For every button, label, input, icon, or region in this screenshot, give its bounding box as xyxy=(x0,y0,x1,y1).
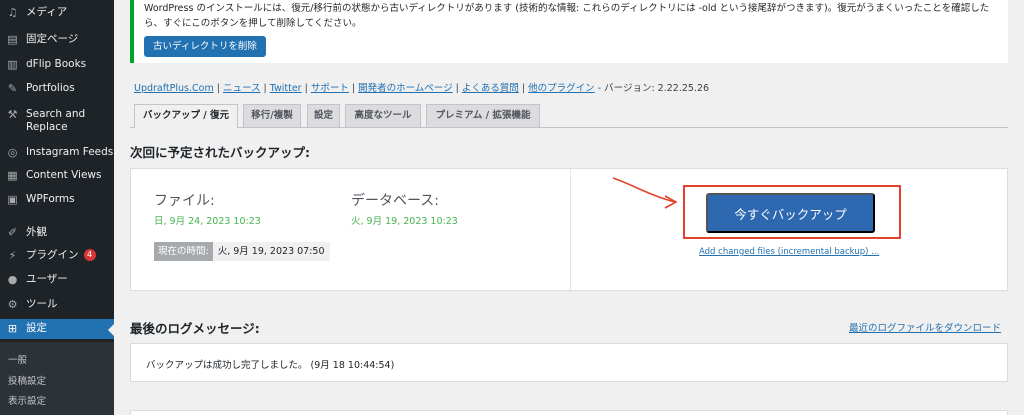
download-log-link[interactable]: 最近のログファイルをダウンロード xyxy=(849,320,1001,334)
sidebar-item-label: 外観 xyxy=(26,226,114,239)
sidebar-item-label: プラグイン 4 xyxy=(26,249,114,262)
sidebar-item-text: Search and Replace xyxy=(26,108,86,133)
last-log-box: バックアップは成功し完了しました。 (9月 18 10:44:54) xyxy=(130,343,1008,382)
old-directories-notice: WordPress のインストールには、復元/移行前の状態から古いディレクトリが… xyxy=(130,0,1008,63)
sidebar-item-label: ユーザー xyxy=(26,273,114,286)
admin-sidebar: ♫ メディア ▤ 固定ページ ▥ dFlip Books ✎ Portfolios ⚒ Searc… xyxy=(0,0,114,415)
sidebar-item-text: WPForms xyxy=(26,193,75,205)
sidebar-item-text: ユーザー xyxy=(26,273,68,285)
sidebar-item-text: dFlip Books xyxy=(26,58,87,70)
files-next-date: 日, 9月 24, 2023 10:23 xyxy=(154,216,261,227)
sidebar-item-7[interactable]: ▣ WPForms xyxy=(0,193,114,207)
notice-text: WordPress のインストールには、復元/移行前の状態から古いディレクトリが… xyxy=(144,3,990,29)
sidebar-item-label: Search and Replace xyxy=(26,108,114,134)
last-log-heading: 最後のログメッセージ: xyxy=(130,321,260,336)
link-news[interactable]: ニュース xyxy=(223,83,261,94)
wrench-icon: ⚒ xyxy=(7,108,18,121)
tab-backup-restore[interactable]: バックアップ / 復元 xyxy=(134,104,238,129)
sidebar-item-10[interactable]: ● ユーザー xyxy=(0,273,114,287)
files-label: ファイル: xyxy=(154,193,215,209)
next-section-box xyxy=(130,410,1008,415)
sidebar-item-label: WPForms xyxy=(26,193,114,206)
sidebar-item-1[interactable]: ▤ 固定ページ xyxy=(0,33,114,47)
grid-icon: ▦ xyxy=(7,169,18,182)
link-twitter[interactable]: Twitter xyxy=(270,83,302,94)
plugin-icon: ⚡ xyxy=(8,249,17,262)
sidebar-item-6[interactable]: ▦ Content Views xyxy=(0,169,114,183)
tab-migrate-clone[interactable]: 移行/複製 xyxy=(243,104,301,128)
sidebar-item-text: メディア xyxy=(26,6,68,18)
sidebar-item-label: Content Views xyxy=(26,169,114,182)
current-time-label: 現在の時間: xyxy=(154,242,213,261)
version-text: - バージョン: 2.22.25.26 xyxy=(597,83,710,94)
tab-advanced-tools[interactable]: 高度なツール xyxy=(345,104,421,128)
sidebar-item-label: メディア xyxy=(26,6,114,19)
sidebar-item-text: 外観 xyxy=(26,226,47,238)
current-time-value: 火, 9月 19, 2023 07:50 xyxy=(212,242,330,261)
settings-icon: ⊞ xyxy=(7,322,18,335)
sidebar-item-text: Content Views xyxy=(26,169,102,181)
forms-icon: ▣ xyxy=(7,193,18,206)
sidebar-item-text: 固定ページ xyxy=(26,33,79,45)
settings-submenu: 一般 投稿設定 表示設定 xyxy=(0,342,114,415)
sidebar-item-2[interactable]: ▥ dFlip Books xyxy=(0,58,114,72)
scheduled-backups-heading: 次回に予定されたバックアップ: xyxy=(130,145,310,160)
update-count-badge: 4 xyxy=(83,249,96,261)
sidebar-item-text: プラグイン xyxy=(26,249,79,261)
tools-icon: ⚙ xyxy=(7,298,18,311)
sidebar-item-label: Instagram Feeds xyxy=(26,146,114,159)
sidebar-item-4[interactable]: ⚒ Search and Replace xyxy=(0,108,114,136)
backup-now-button[interactable]: 今すぐバックアップ xyxy=(706,193,875,233)
sidebar-item-0[interactable]: ♫ メディア xyxy=(0,6,114,20)
submenu-general[interactable]: 一般 xyxy=(0,352,27,366)
sidebar-item-11[interactable]: ⚙ ツール xyxy=(0,298,114,312)
sidebar-item-text: 設定 xyxy=(26,322,47,334)
link-support[interactable]: サポート xyxy=(311,83,349,94)
sidebar-item-label: dFlip Books xyxy=(26,58,114,71)
book-icon: ▥ xyxy=(7,58,18,71)
column-divider xyxy=(570,169,571,290)
scheduled-backups-box: ファイル: 日, 9月 24, 2023 10:23 データベース: 火, 9月… xyxy=(130,168,1008,291)
delete-old-directories-button[interactable]: 古いディレクトリを削除 xyxy=(144,36,266,57)
user-icon: ● xyxy=(7,273,18,286)
current-time: 現在の時間: 火, 9月 19, 2023 07:50 xyxy=(154,242,330,261)
red-arrow-annotation xyxy=(612,177,678,209)
sidebar-item-label: Portfolios xyxy=(26,82,114,95)
database-label: データベース: xyxy=(351,193,440,209)
submenu-reading[interactable]: 表示設定 xyxy=(0,393,46,407)
link-developer-home[interactable]: 開発者のホームページ xyxy=(358,83,453,94)
sidebar-item-5[interactable]: ◎ Instagram Feeds xyxy=(0,146,114,160)
last-log-message: バックアップは成功し完了しました。 (9月 18 10:44:54) xyxy=(146,360,395,371)
sidebar-item-text: Portfolios xyxy=(26,82,75,94)
sidebar-item-text: ツール xyxy=(26,298,58,310)
plugin-links-line: UpdraftPlus.Com | ニュース | Twitter | サポート … xyxy=(134,83,710,94)
sidebar-item-label: 固定ページ xyxy=(26,33,114,46)
sidebar-item-9[interactable]: ⚡ プラグイン 4 xyxy=(0,249,114,263)
submenu-writing[interactable]: 投稿設定 xyxy=(0,373,46,387)
link-updraftplus[interactable]: UpdraftPlus.Com xyxy=(134,83,214,94)
media-icon: ♫ xyxy=(7,6,18,19)
link-faq[interactable]: よくある質問 xyxy=(462,83,519,94)
tab-premium-extensions[interactable]: プレミアム / 拡張機能 xyxy=(426,104,540,128)
pin-icon: ✎ xyxy=(7,82,18,95)
database-next-date: 火, 9月 19, 2023 10:23 xyxy=(351,216,458,227)
sidebar-item-8[interactable]: ✐ 外観 xyxy=(0,226,114,240)
page-icon: ▤ xyxy=(7,33,18,46)
sidebar-item-3[interactable]: ✎ Portfolios xyxy=(0,82,114,96)
link-other-plugins[interactable]: 他のプラグイン xyxy=(528,83,595,94)
tab-settings[interactable]: 設定 xyxy=(307,104,340,128)
sidebar-item-12[interactable]: ⊞ 設定 xyxy=(0,319,114,339)
brush-icon: ✐ xyxy=(7,226,18,239)
instagram-icon: ◎ xyxy=(7,146,18,159)
sidebar-item-label: 設定 xyxy=(26,322,114,335)
current-menu-arrow xyxy=(108,324,114,336)
incremental-backup-link[interactable]: Add changed files (incremental backup) .… xyxy=(699,247,879,257)
updraft-tabs: バックアップ / 復元 移行/複製 設定 高度なツール プレミアム / 拡張機能 xyxy=(130,104,1008,129)
sidebar-item-label: ツール xyxy=(26,298,114,311)
sidebar-item-text: Instagram Feeds xyxy=(26,146,114,158)
